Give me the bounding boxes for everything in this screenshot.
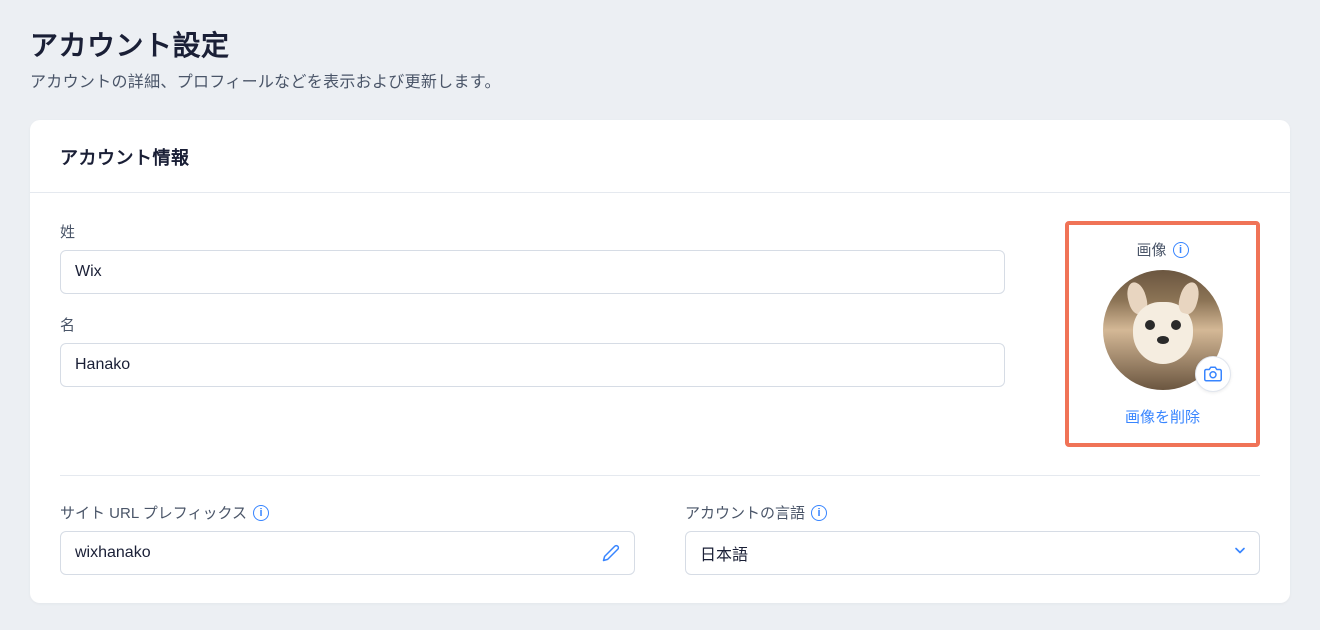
pencil-icon xyxy=(602,544,620,562)
edit-prefix-button[interactable] xyxy=(597,539,625,567)
account-info-card: アカウント情報 姓 名 画像 i xyxy=(30,120,1290,603)
page-title: アカウント設定 xyxy=(30,24,1290,64)
first-name-input[interactable] xyxy=(60,343,1005,387)
first-name-label: 名 xyxy=(60,314,1005,335)
camera-icon xyxy=(1204,365,1222,383)
site-url-prefix-input[interactable] xyxy=(60,531,635,575)
info-icon[interactable]: i xyxy=(253,505,269,521)
info-icon[interactable]: i xyxy=(811,505,827,521)
account-language-value: 日本語 xyxy=(700,541,748,565)
change-photo-button[interactable] xyxy=(1195,356,1231,392)
info-icon[interactable]: i xyxy=(1173,242,1189,258)
account-language-label-text: アカウントの言語 xyxy=(685,502,805,523)
last-name-label: 姓 xyxy=(60,221,1005,242)
profile-image-panel: 画像 i 画像を削除 xyxy=(1065,221,1260,447)
page-subtitle: アカウントの詳細、プロフィールなどを表示および更新します。 xyxy=(30,68,1290,92)
image-label: 画像 xyxy=(1136,239,1166,260)
last-name-input[interactable] xyxy=(60,250,1005,294)
site-url-prefix-label-text: サイト URL プレフィックス xyxy=(60,502,247,523)
card-title: アカウント情報 xyxy=(60,144,1260,170)
account-language-select[interactable]: 日本語 xyxy=(685,531,1260,575)
site-url-prefix-label: サイト URL プレフィックス i xyxy=(60,502,635,523)
account-language-label: アカウントの言語 i xyxy=(685,502,1260,523)
delete-image-link[interactable]: 画像を削除 xyxy=(1125,406,1200,427)
